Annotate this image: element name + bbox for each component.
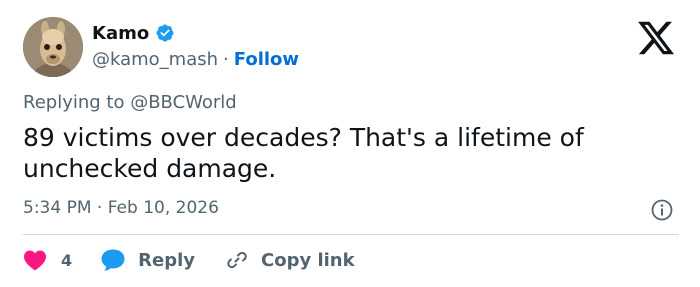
tweet-text: 89 victims over decades? That's a lifeti… — [23, 123, 584, 183]
alpaca-avatar-icon — [23, 17, 83, 77]
info-icon[interactable] — [650, 198, 674, 222]
handle-row: @kamo_mash · Follow — [92, 47, 299, 71]
heart-icon — [24, 250, 46, 271]
like-button[interactable]: 4 — [23, 249, 72, 271]
follow-button[interactable]: Follow — [234, 49, 299, 70]
author-name-row: Kamo — [92, 20, 175, 46]
author-name[interactable]: Kamo — [92, 23, 149, 44]
speech-bubble-icon — [101, 249, 125, 271]
reply-button[interactable]: Reply — [100, 248, 195, 272]
tweet-timestamp[interactable]: 5:34 PM · Feb 10, 2026 — [23, 198, 219, 218]
divider — [23, 234, 679, 235]
author-handle[interactable]: @kamo_mash — [92, 49, 218, 70]
separator-dot: · — [223, 48, 229, 70]
like-count: 4 — [61, 250, 73, 270]
link-icon — [227, 251, 247, 269]
replying-to: Replying to @BBCWorld — [23, 92, 237, 113]
reply-label: Reply — [138, 249, 195, 271]
avatar[interactable] — [23, 17, 83, 77]
x-logo-icon[interactable] — [636, 18, 676, 58]
action-bar: 4 Reply Copy link — [23, 246, 355, 274]
copy-link-button[interactable]: Copy link — [225, 248, 355, 272]
copy-link-label: Copy link — [261, 249, 355, 271]
verified-badge-icon — [156, 24, 174, 42]
